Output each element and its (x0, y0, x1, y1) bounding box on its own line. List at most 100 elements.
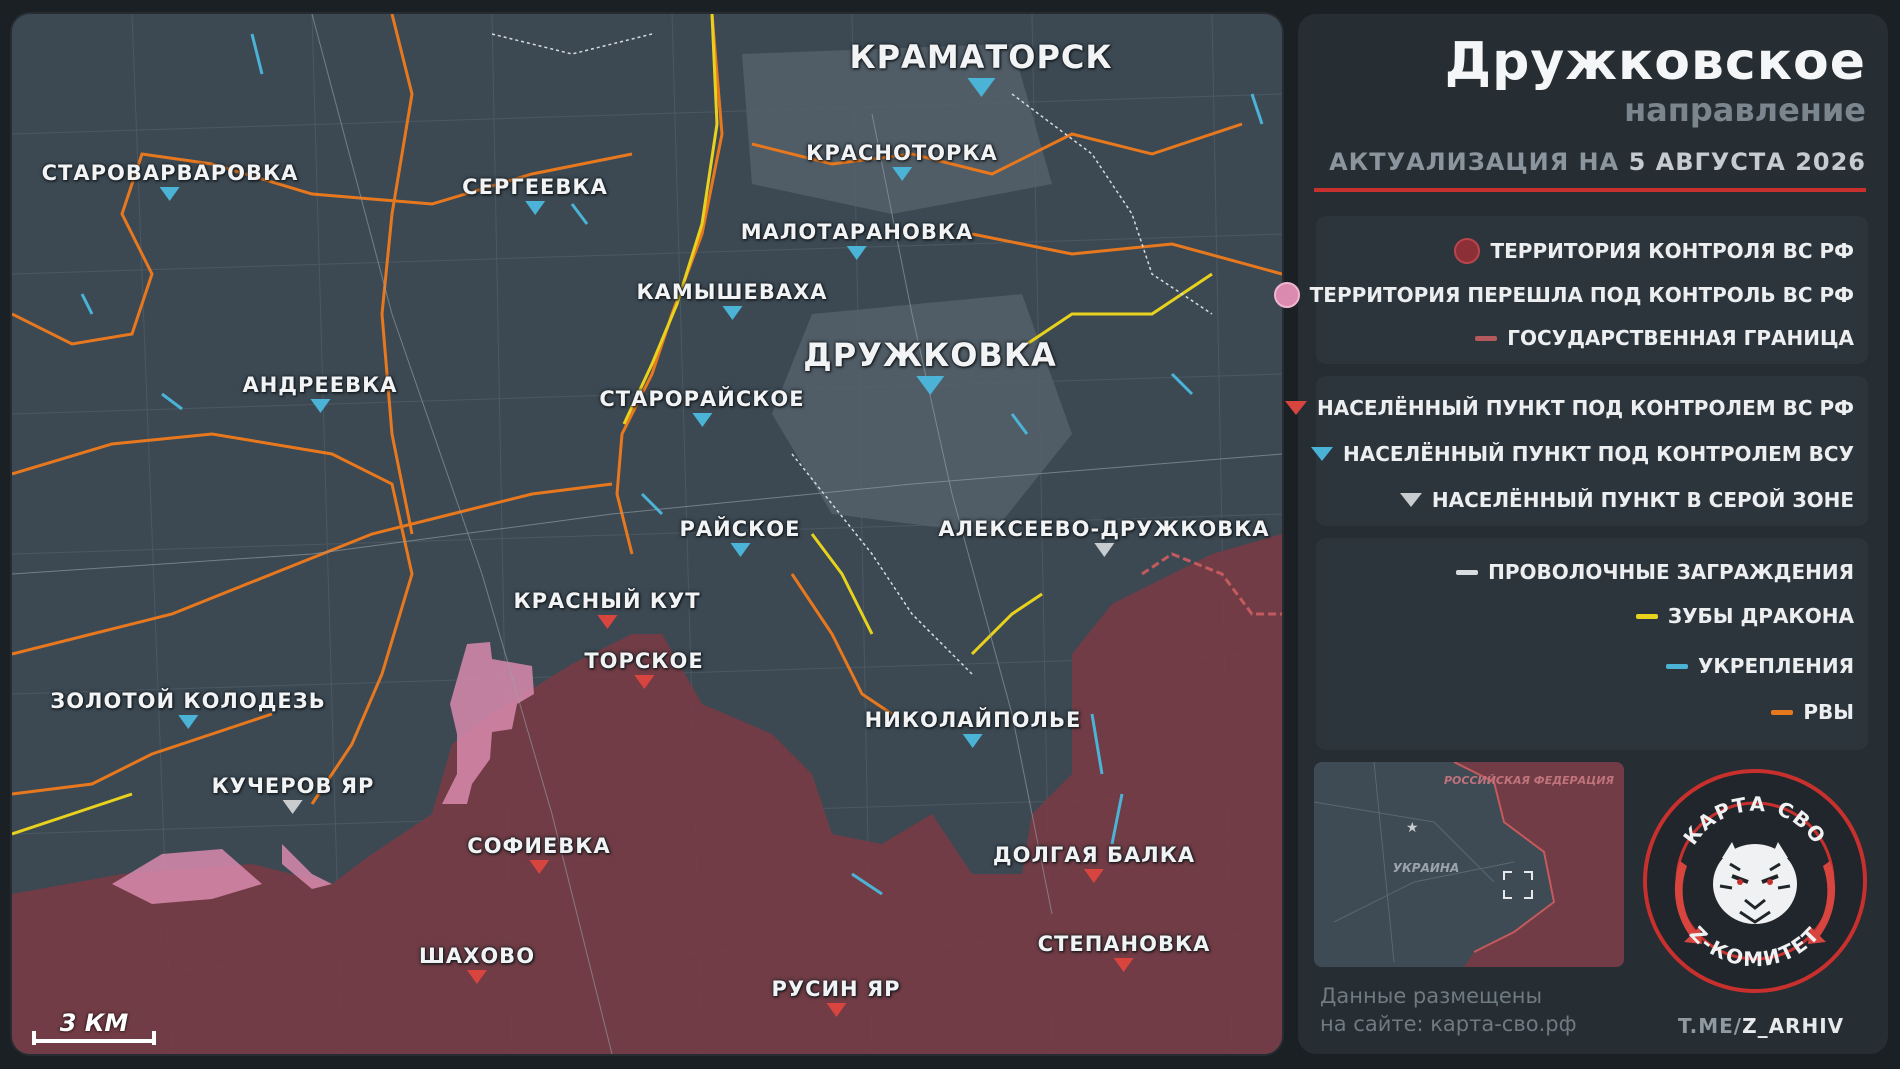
settlement-andreevka[interactable]: АНДРЕЕВКА (242, 373, 397, 413)
ua-controlled-icon (730, 543, 750, 557)
page-title: Дружковское (1444, 32, 1866, 92)
settlement-label: СЕРГЕЕВКА (462, 175, 608, 199)
grey-zone-icon (1093, 543, 1114, 557)
grey-settlement-icon (1399, 493, 1422, 507)
settlement-sergeevka[interactable]: СЕРГЕЕВКА (462, 175, 608, 215)
legend-label: ТЕРРИТОРИЯ КОНТРОЛЯ ВС РФ (1490, 239, 1854, 263)
settlement-label: ДОЛГАЯ БАЛКА (992, 843, 1196, 867)
settlement-druzhkovka[interactable]: ДРУЖКОВКА (803, 336, 1056, 395)
legend-label: ТЕРРИТОРИЯ ПЕРЕШЛА ПОД КОНТРОЛЬ ВС РФ (1309, 283, 1854, 307)
settlement-label: КРАМАТОРСК (849, 38, 1113, 76)
settlement-torskoe[interactable]: ТОРСКОЕ (584, 649, 703, 689)
settlement-label: ТОРСКОЕ (584, 649, 704, 673)
overview-inset-map[interactable]: ★ РОССИЙСКАЯ ФЕДЕРАЦИЯ УКРАИНА (1314, 762, 1624, 967)
ru-controlled-icon (826, 1003, 846, 1017)
settlement-dolgaya-balka[interactable]: ДОЛГАЯ БАЛКА (993, 843, 1195, 883)
legend-item-dragon-teeth: ЗУБЫ ДРАКОНА (1635, 604, 1854, 628)
legend-fortifications: ПРОВОЛОЧНЫЕ ЗАГРАЖДЕНИЯ ЗУБЫ ДРАКОНА УКР… (1316, 538, 1868, 750)
legend-label: НАСЕЛЁННЫЙ ПУНКТ ПОД КОНТРОЛЕМ ВСУ (1343, 442, 1854, 466)
settlement-label: СТАРОРАЙСКОЕ (599, 387, 805, 411)
settlement-label: КРАСНЫЙ КУТ (513, 589, 701, 613)
page-subtitle: направление (1624, 91, 1866, 129)
legend-item-captured-territory: ТЕРРИТОРИЯ ПЕРЕШЛА ПОД КОНТРОЛЬ ВС РФ (1273, 282, 1854, 308)
legend-item-grey-settlement: НАСЕЛЁННЫЙ ПУНКТ В СЕРОЙ ЗОНЕ (1399, 488, 1854, 512)
ua-controlled-icon (525, 201, 545, 215)
title-block: Дружковское направление (1445, 32, 1866, 128)
dragon-teeth-swatch (1635, 613, 1658, 619)
legend-item-ru-territory: ТЕРРИТОРИЯ КОНТРОЛЯ ВС РФ (1454, 238, 1854, 264)
settlement-starovarvarovka[interactable]: СТАРОВАРВАРОВКА (42, 161, 299, 201)
settlement-zolotoy-kolodez[interactable]: ЗОЛОТОЙ КОЛОДЕЗЬ (50, 689, 325, 729)
z-committee-logo: КАРТА СВО Z-КОМИТЕТ (1643, 769, 1867, 993)
legend-label: ЗУБЫ ДРАКОНА (1667, 604, 1854, 628)
settlement-shakhovo[interactable]: ШАХОВО (419, 944, 535, 984)
settlement-label: СТАРОВАРВАРОВКА (41, 161, 299, 185)
settlement-krasnotorka[interactable]: КРАСНОТОРКА (806, 141, 998, 181)
ua-controlled-icon (916, 376, 944, 395)
settlement-sofievka[interactable]: СОФИЕВКА (467, 834, 610, 874)
settlement-krasny-kut[interactable]: КРАСНЫЙ КУТ (513, 589, 700, 629)
ru-controlled-icon (466, 970, 487, 984)
legend-label: НАСЕЛЁННЫЙ ПУНКТ ПОД КОНТРОЛЕМ ВС РФ (1316, 396, 1854, 420)
settlement-label: КУЧЕРОВ ЯР (211, 774, 375, 798)
legend-label: УКРЕПЛЕНИЯ (1698, 654, 1854, 678)
settlement-label: РАЙСКОЕ (679, 517, 801, 541)
legend-label: ГОСУДАРСТВЕННАЯ ГРАНИЦА (1507, 326, 1854, 350)
ua-controlled-icon (891, 167, 912, 181)
source-line-1: Данные размещены (1320, 984, 1543, 1008)
settlement-staroraiskoe[interactable]: СТАРОРАЙСКОЕ (599, 387, 804, 427)
overview-map-canvas: ★ РОССИЙСКАЯ ФЕДЕРАЦИЯ УКРАИНА (1314, 762, 1624, 967)
ru-controlled-icon (529, 860, 549, 874)
fortification-swatch (1666, 663, 1689, 669)
settlement-kramatorsk[interactable]: КРАМАТОРСК (849, 38, 1112, 97)
settlement-label: ШАХОВО (418, 944, 536, 968)
scale-bar: 3 КМ (32, 1009, 156, 1045)
ru-controlled-icon (1083, 869, 1104, 883)
telegram-name: Z_ARHIV (1742, 1014, 1845, 1038)
settlement-malotaranovka[interactable]: МАЛОТАРАНОВКА (741, 220, 974, 260)
source-line-2[interactable]: на сайте: карта-сво.рф (1320, 1010, 1577, 1038)
legend-label: НАСЕЛЁННЫЙ ПУНКТ В СЕРОЙ ЗОНЕ (1431, 488, 1854, 512)
wire-swatch (1456, 569, 1479, 575)
ru-controlled-icon (597, 615, 617, 629)
ua-controlled-icon (309, 399, 330, 413)
legend-label: ПРОВОЛОЧНЫЕ ЗАГРАЖДЕНИЯ (1488, 560, 1854, 584)
settlement-label: КАМЫШЕВАХА (636, 280, 828, 304)
captured-territory-swatch (1273, 282, 1300, 308)
update-date: 5 АВГУСТА 2026 (1628, 148, 1866, 176)
settlement-nikolaipolye[interactable]: НИКОЛАЙПОЛЬЕ (865, 708, 1082, 748)
telegram-prefix: T.ME/ (1678, 1014, 1743, 1038)
ditch-swatch (1771, 709, 1794, 715)
ua-controlled-icon (691, 413, 712, 427)
tiger-head-icon (1713, 842, 1797, 924)
settlement-label: КРАСНОТОРКА (806, 141, 998, 165)
map-panel[interactable]: КРАМАТОРСК КРАСНОТОРКА СТАРОВАРВАРОВКА С… (12, 14, 1282, 1054)
settlement-rusin-yar[interactable]: РУСИН ЯР (771, 977, 900, 1017)
scale-bar-line (32, 1031, 156, 1045)
settlement-label: ДРУЖКОВКА (803, 336, 1057, 374)
ua-controlled-icon (160, 187, 180, 201)
legend-label: РВЫ (1803, 700, 1854, 724)
settlement-alekseevo-druzhkovka[interactable]: АЛЕКСЕЕВО-ДРУЖКОВКА (938, 517, 1269, 557)
ru-territory-swatch (1454, 238, 1481, 264)
settlement-label: НИКОЛАЙПОЛЬЕ (864, 708, 1082, 732)
settlement-kucherov-yar[interactable]: КУЧЕРОВ ЯР (212, 774, 375, 814)
settlement-label: АЛЕКСЕЕВО-ДРУЖКОВКА (938, 517, 1270, 541)
side-panel: Дружковское направление АКТУАЛИЗАЦИЯ НА … (1273, 14, 1888, 1054)
settlement-label: СТЕПАНОВКА (1037, 932, 1211, 956)
ua-controlled-icon (846, 246, 867, 260)
legend-settlements: НАСЕЛЁННЫЙ ПУНКТ ПОД КОНТРОЛЕМ ВС РФ НАС… (1284, 376, 1868, 526)
update-date-line: АКТУАЛИЗАЦИЯ НА 5 АВГУСТА 2026 (1329, 148, 1866, 176)
settlement-stepanovka[interactable]: СТЕПАНОВКА (1038, 932, 1211, 972)
ru-controlled-icon (634, 675, 654, 689)
settlement-label: АНДРЕЕВКА (242, 373, 398, 397)
telegram-handle[interactable]: T.ME/Z_ARHIV (1678, 1014, 1844, 1038)
settlement-raiskoe[interactable]: РАЙСКОЕ (680, 517, 801, 557)
settlement-kamyshevakha[interactable]: КАМЫШЕВАХА (636, 280, 827, 320)
ua-settlement-icon (1311, 447, 1334, 461)
settlement-label: РУСИН ЯР (771, 977, 901, 1001)
legend-item-ditches: РВЫ (1771, 700, 1854, 724)
inset-star-icon: ★ (1406, 820, 1419, 836)
settlement-label: МАЛОТАРАНОВКА (740, 220, 974, 244)
inset-label-russia: РОССИЙСКАЯ ФЕДЕРАЦИЯ (1444, 774, 1615, 787)
